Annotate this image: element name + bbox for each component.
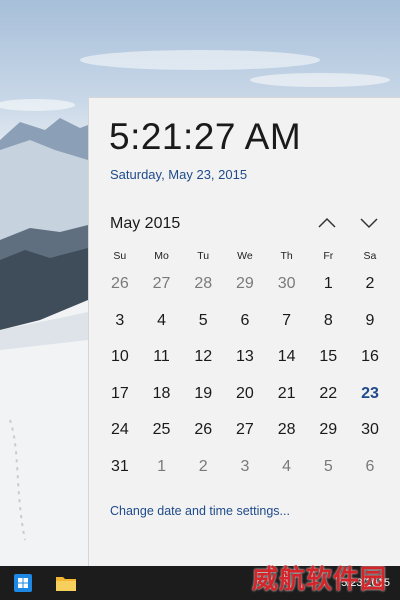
calendar-day[interactable]: 27 — [224, 421, 266, 439]
calendar-day[interactable]: 16 — [349, 348, 391, 366]
calendar-day[interactable]: 1 — [307, 275, 349, 293]
calendar-day[interactable]: 2 — [182, 458, 224, 476]
weekday-label: Tu — [197, 250, 210, 262]
calendar-day[interactable]: 14 — [266, 348, 308, 366]
calendar-day[interactable]: 22 — [307, 385, 349, 403]
weekday-label: Mo — [154, 250, 169, 262]
calendar-week-row: 26 27 28 29 30 1 2 — [99, 266, 391, 303]
calendar-grid: Su Mo Tu We Th Fr Sa 26 27 28 29 30 1 2 3 4 5 6 7 8 9… — [99, 246, 391, 485]
weekday-label: We — [237, 250, 253, 262]
start-icon — [14, 574, 32, 592]
calendar-day[interactable]: 18 — [141, 385, 183, 403]
calendar-day[interactable]: 27 — [141, 275, 183, 293]
weekday-header-row: Su Mo Tu We Th Fr Sa — [99, 246, 391, 266]
calendar-day[interactable]: 5 — [182, 312, 224, 330]
watermark-logo: 威航软件园 — [252, 564, 388, 594]
calendar-day[interactable]: 4 — [141, 312, 183, 330]
file-explorer-button[interactable] — [55, 573, 76, 593]
calendar-day[interactable]: 6 — [224, 312, 266, 330]
calendar-day[interactable]: 11 — [141, 348, 183, 366]
previous-month-button[interactable] — [315, 212, 339, 234]
calendar-day[interactable]: 15 — [307, 348, 349, 366]
calendar-flyout: 5:21:27 AM Saturday, May 23, 2015 May 20… — [88, 97, 400, 566]
long-date-link[interactable]: Saturday, May 23, 2015 — [110, 167, 247, 182]
weekday-label: Su — [113, 250, 127, 262]
calendar-day[interactable]: 24 — [99, 421, 141, 439]
calendar-day[interactable]: 7 — [266, 312, 308, 330]
calendar-day[interactable]: 12 — [182, 348, 224, 366]
weekday-label: Fr — [323, 250, 334, 262]
next-month-button[interactable] — [357, 212, 381, 234]
calendar-day[interactable]: 5 — [307, 458, 349, 476]
calendar-day[interactable]: 21 — [266, 385, 308, 403]
calendar-weeks: 26 27 28 29 30 1 2 3 4 5 6 7 8 9 10 11 12 13 14 15 16 17 18 19 2… — [99, 266, 391, 485]
calendar-day[interactable]: 3 — [99, 312, 141, 330]
calendar-day[interactable]: 6 — [349, 458, 391, 476]
calendar-day[interactable]: 2 — [349, 275, 391, 293]
calendar-day[interactable]: 30 — [349, 421, 391, 439]
calendar-day[interactable]: 29 — [307, 421, 349, 439]
calendar-week-row: 24 25 26 27 28 29 30 — [99, 412, 391, 449]
chevron-down-icon — [360, 218, 378, 229]
calendar-day[interactable]: 25 — [141, 421, 183, 439]
month-year-title[interactable]: May 2015 — [110, 215, 180, 233]
calendar-day[interactable]: 3 — [224, 458, 266, 476]
calendar-day[interactable]: 29 — [224, 275, 266, 293]
calendar-day[interactable]: 19 — [182, 385, 224, 403]
weekday-label: Th — [280, 250, 293, 262]
calendar-day[interactable]: 8 — [307, 312, 349, 330]
calendar-day[interactable]: 30 — [266, 275, 308, 293]
file-explorer-icon — [56, 577, 76, 591]
calendar-day[interactable]: 10 — [99, 348, 141, 366]
calendar-day[interactable]: 1 — [141, 458, 183, 476]
weekday-label: Sa — [363, 250, 377, 262]
calendar-day[interactable]: 13 — [224, 348, 266, 366]
calendar-day[interactable]: 26 — [182, 421, 224, 439]
clock-time: 5:21:27 AM — [109, 116, 302, 157]
calendar-week-row: 31 1 2 3 4 5 6 — [99, 449, 391, 486]
calendar-day[interactable]: 20 — [224, 385, 266, 403]
calendar-week-row: 3456789 — [99, 303, 391, 340]
calendar-day[interactable]: 9 — [349, 312, 391, 330]
calendar-day[interactable]: 17 — [99, 385, 141, 403]
calendar-day[interactable]: 31 — [99, 458, 141, 476]
calendar-week-row: 10 11 12 13 14 15 16 — [99, 339, 391, 376]
change-date-time-settings-link[interactable]: Change date and time settings... — [110, 504, 290, 518]
calendar-day[interactable]: 4 — [266, 458, 308, 476]
start-button[interactable] — [13, 573, 33, 593]
calendar-day[interactable]: 28 — [266, 421, 308, 439]
calendar-day-today[interactable]: 23 — [349, 385, 391, 403]
calendar-day[interactable]: 28 — [182, 275, 224, 293]
chevron-up-icon — [318, 217, 336, 228]
calendar-week-row: 17 18 19 20 21 22 23 — [99, 376, 391, 413]
calendar-day[interactable]: 26 — [99, 275, 141, 293]
